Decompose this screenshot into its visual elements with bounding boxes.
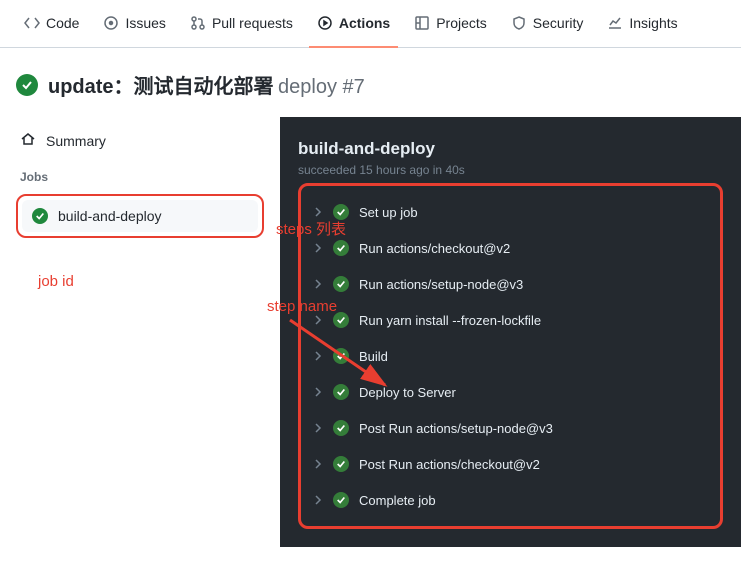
step-name: Set up job (359, 205, 418, 220)
git-pr-icon (190, 15, 206, 31)
graph-icon (607, 15, 623, 31)
play-icon (317, 15, 333, 31)
step-name: Run actions/setup-node@v3 (359, 277, 523, 292)
success-icon (333, 204, 349, 220)
panel-title: build-and-deploy (298, 139, 723, 159)
summary-label: Summary (46, 133, 106, 149)
step-row[interactable]: Complete job (307, 482, 714, 518)
job-name: build-and-deploy (58, 208, 162, 224)
success-icon (333, 276, 349, 292)
success-icon (333, 384, 349, 400)
success-icon (333, 420, 349, 436)
tab-code[interactable]: Code (16, 0, 87, 48)
step-name: Run yarn install --frozen-lockfile (359, 313, 541, 328)
success-icon (333, 240, 349, 256)
chevron-right-icon (313, 459, 323, 469)
tab-label: Pull requests (212, 15, 293, 31)
tab-label: Actions (339, 15, 390, 31)
success-icon (333, 456, 349, 472)
step-row[interactable]: Post Run actions/setup-node@v3 (307, 410, 714, 446)
step-name: Run actions/checkout@v2 (359, 241, 510, 256)
chevron-right-icon (313, 243, 323, 253)
tab-issues[interactable]: Issues (95, 0, 173, 48)
steps-panel: build-and-deploy succeeded 15 hours ago … (280, 117, 741, 547)
success-icon (333, 492, 349, 508)
issue-icon (103, 15, 119, 31)
success-icon (333, 348, 349, 364)
step-name: Post Run actions/checkout@v2 (359, 457, 540, 472)
chevron-right-icon (313, 423, 323, 433)
step-row[interactable]: Post Run actions/checkout@v2 (307, 446, 714, 482)
chevron-right-icon (313, 387, 323, 397)
step-name: Complete job (359, 493, 436, 508)
success-icon (16, 74, 38, 96)
tab-label: Projects (436, 15, 487, 31)
tab-security[interactable]: Security (503, 0, 592, 48)
tab-actions[interactable]: Actions (309, 0, 398, 48)
sidebar: Summary Jobs build-and-deploy (0, 117, 280, 547)
step-name: Post Run actions/setup-node@v3 (359, 421, 553, 436)
step-name: Deploy to Server (359, 385, 456, 400)
step-row[interactable]: Run actions/checkout@v2 (307, 230, 714, 266)
step-name: Build (359, 349, 388, 364)
chevron-right-icon (313, 351, 323, 361)
jobs-heading: Jobs (16, 164, 264, 190)
project-icon (414, 15, 430, 31)
step-row[interactable]: Run yarn install --frozen-lockfile (307, 302, 714, 338)
run-title: update：测试自动化部署 (48, 76, 274, 98)
summary-link[interactable]: Summary (16, 125, 264, 164)
repo-nav-tabs: Code Issues Pull requests Actions Projec… (0, 0, 741, 48)
tab-pull-requests[interactable]: Pull requests (182, 0, 301, 48)
tab-insights[interactable]: Insights (599, 0, 685, 48)
success-icon (32, 208, 48, 224)
success-icon (333, 312, 349, 328)
run-branch: deploy #7 (278, 76, 365, 98)
chevron-right-icon (313, 207, 323, 217)
chevron-right-icon (313, 315, 323, 325)
home-icon (20, 131, 36, 150)
shield-icon (511, 15, 527, 31)
run-header: update：测试自动化部署 deploy #7 (0, 48, 741, 117)
panel-subtitle: succeeded 15 hours ago in 40s (298, 163, 723, 177)
annotation-box-steps: Set up job Run actions/checkout@v2 Run act… (298, 183, 723, 529)
tab-label: Security (533, 15, 584, 31)
job-item[interactable]: build-and-deploy (22, 200, 258, 232)
tab-label: Issues (125, 15, 165, 31)
step-row[interactable]: Build (307, 338, 714, 374)
step-row[interactable]: Deploy to Server (307, 374, 714, 410)
step-row[interactable]: Run actions/setup-node@v3 (307, 266, 714, 302)
chevron-right-icon (313, 495, 323, 505)
annotation-box-job: build-and-deploy (16, 194, 264, 238)
tab-label: Code (46, 15, 79, 31)
chevron-right-icon (313, 279, 323, 289)
tab-label: Insights (629, 15, 677, 31)
step-row[interactable]: Set up job (307, 194, 714, 230)
tab-projects[interactable]: Projects (406, 0, 495, 48)
code-icon (24, 15, 40, 31)
